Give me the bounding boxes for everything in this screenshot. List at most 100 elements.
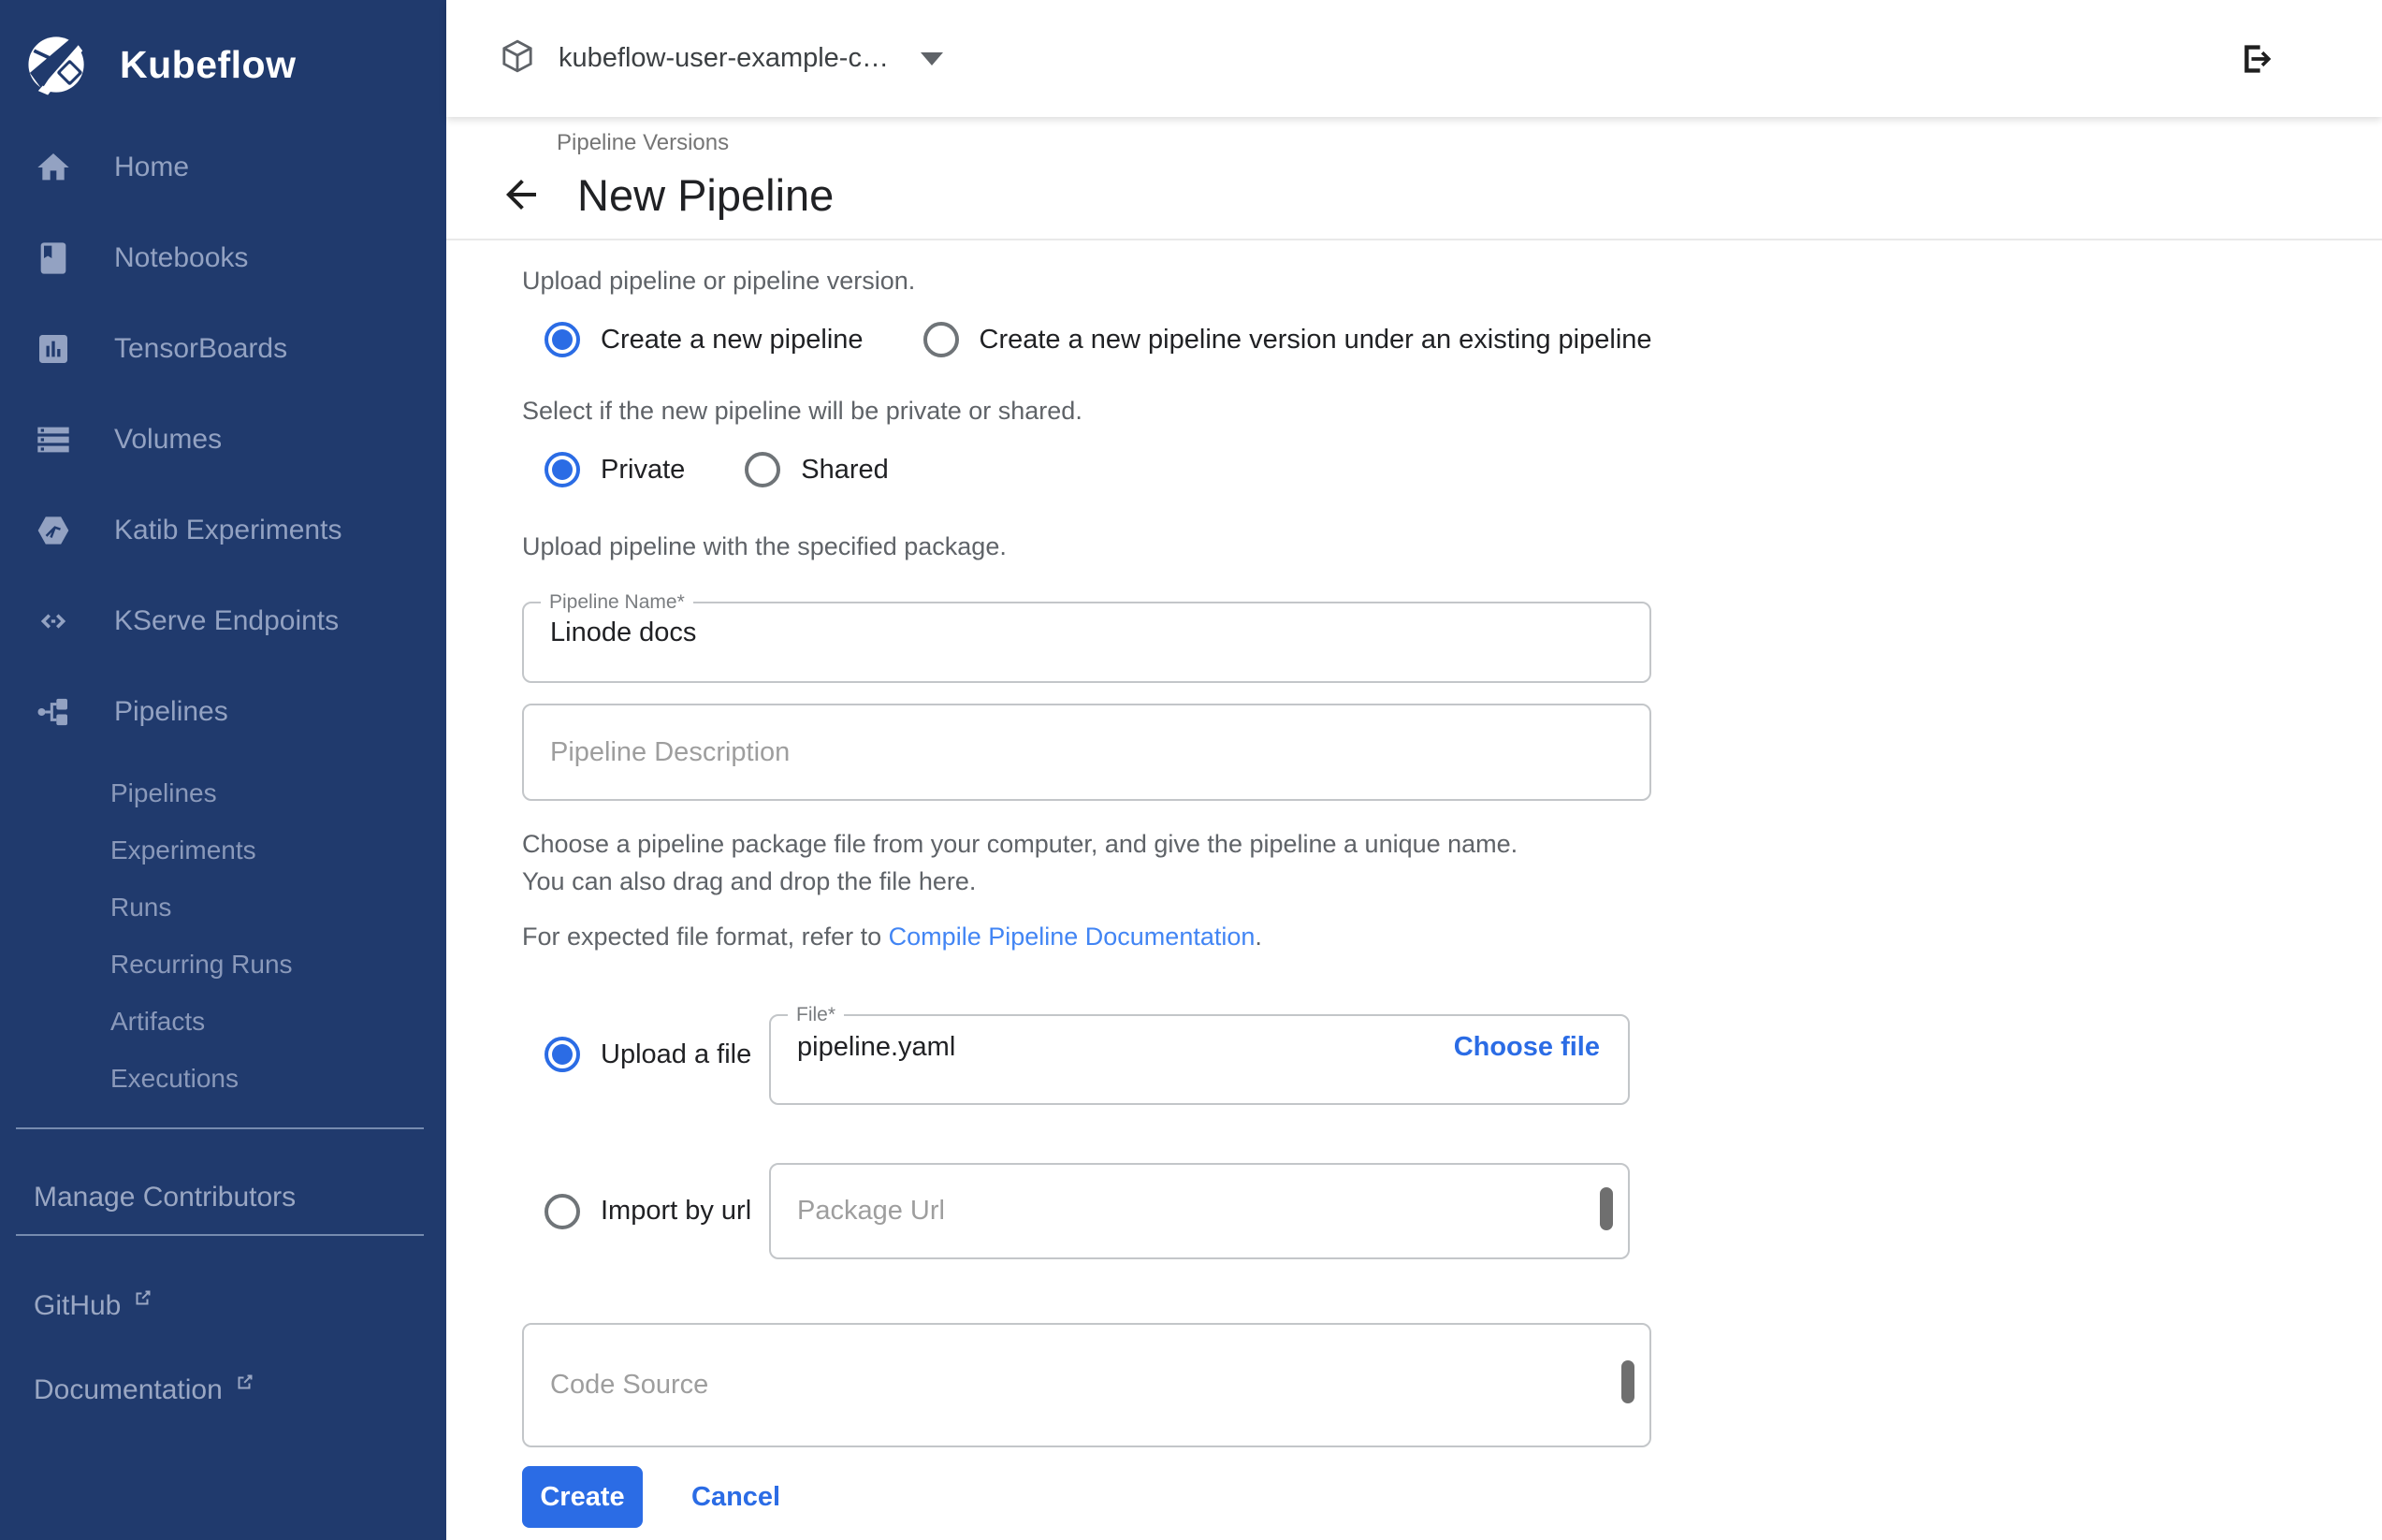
back-arrow-icon [499,172,544,217]
radio-private[interactable]: Private [545,452,685,487]
code-source-field [522,1323,1651,1447]
subitem-label: Experiments [110,835,256,865]
choose-file-button[interactable]: Choose file [1454,1032,1600,1063]
sidebar-subitem-runs[interactable]: Runs [0,879,446,936]
main-column: kubeflow-user-example-c… Pipeline Versio… [446,0,2382,1540]
radio-label: Create a new pipeline version under an e… [980,325,1652,356]
sidebar-item-kserve-endpoints[interactable]: KServe Endpoints [0,575,446,666]
home-icon [34,148,73,187]
sidebar-item-manage-contributors[interactable]: Manage Contributors [0,1182,446,1213]
format-prefix: For expected file format, refer to [522,923,889,951]
radio-shared[interactable]: Shared [745,452,889,487]
sidebar-subitem-executions[interactable]: Executions [0,1050,446,1107]
radio-icon[interactable] [745,452,780,487]
sidebar-item-label: Notebooks [114,242,248,274]
radio-icon[interactable] [545,452,580,487]
package-url-field [769,1163,1630,1259]
sidebar-subitem-artifacts[interactable]: Artifacts [0,993,446,1050]
radio-label: Import by url [601,1196,751,1227]
code-source-input[interactable] [524,1325,1649,1446]
radio-create-new-pipeline[interactable]: Create a new pipeline [545,322,864,357]
sidebar-item-label: Katib Experiments [114,515,341,546]
import-url-row: Import by url [545,1163,2382,1259]
external-link-icon [132,1285,154,1316]
package-url-input[interactable] [771,1165,1628,1257]
sidebar-item-label: Volumes [114,424,222,456]
subitem-label: Recurring Runs [110,950,293,980]
subitem-label: Pipelines [110,778,217,808]
sidebar-subitem-recurring-runs[interactable]: Recurring Runs [0,936,446,993]
kubeflow-logo-icon [24,30,94,99]
namespace-cube-icon [499,37,536,80]
caret-down-icon [921,52,943,65]
bar-chart-icon [34,329,73,369]
logout-button[interactable] [2236,38,2277,80]
file-field: File* pipeline.yaml Choose file [769,1004,1630,1105]
sidebar-divider [16,1234,424,1236]
subitem-label: Executions [110,1064,239,1094]
subitem-label: Artifacts [110,1007,205,1037]
radio-import-by-url[interactable]: Import by url [545,1194,769,1229]
namespace-selector[interactable]: kubeflow-user-example-c… [499,37,943,80]
external-link-icon [234,1369,256,1401]
format-suffix: . [1255,923,1262,951]
radio-upload-a-file[interactable]: Upload a file [545,1037,769,1072]
breadcrumb: Pipeline Versions [557,130,2382,156]
sidebar-item-volumes[interactable]: Volumes [0,394,446,485]
package-section-label: Upload pipeline with the specified packa… [522,532,2382,561]
pipeline-description-input[interactable] [524,705,1649,799]
sidebar-item-documentation[interactable]: Documentation [0,1374,446,1406]
cancel-button[interactable]: Cancel [686,1481,786,1514]
logo[interactable]: Kubeflow [0,0,446,101]
radio-label: Private [601,455,685,486]
sidebar-item-label: TensorBoards [114,333,287,365]
package-help-text: Choose a pipeline package file from your… [522,825,2382,900]
upload-file-row: Upload a file File* pipeline.yaml Choose… [545,1004,2382,1105]
help-line-1: Choose a pipeline package file from your… [522,830,1518,858]
topbar: kubeflow-user-example-c… [446,0,2382,117]
code-brackets-icon [34,602,73,641]
pipeline-kind-radio-group: Create a new pipeline Create a new pipel… [545,322,2382,357]
page-title: New Pipeline [577,169,834,221]
documentation-label: Documentation [34,1374,223,1406]
sidebar-item-label: Home [114,152,189,183]
logo-text: Kubeflow [120,43,296,87]
namespace-name: kubeflow-user-example-c… [559,43,889,74]
sidebar: Kubeflow Home Notebooks TensorBoards [0,0,446,1540]
compile-pipeline-documentation-link[interactable]: Compile Pipeline Documentation [889,923,1256,951]
pipeline-description-field [522,704,1651,801]
sidebar-subitem-experiments[interactable]: Experiments [0,821,446,879]
pipeline-name-input[interactable] [524,614,1553,648]
sidebar-item-label: KServe Endpoints [114,605,339,637]
upload-section-label: Upload pipeline or pipeline version. [522,267,2382,296]
radio-icon[interactable] [545,1037,580,1072]
radio-icon[interactable] [545,1194,580,1229]
pipeline-name-label: Pipeline Name* [541,591,693,614]
new-pipeline-form: Upload pipeline or pipeline version. Cre… [446,240,2382,1528]
sidebar-item-github[interactable]: GitHub [0,1290,446,1322]
sidebar-divider [16,1127,424,1129]
subitem-label: Runs [110,893,171,923]
sidebar-item-pipelines[interactable]: Pipelines [0,666,446,757]
radio-icon[interactable] [923,322,959,357]
page-content: Pipeline Versions New Pipeline Upload pi… [446,117,2382,1540]
sidebar-item-katib-experiments[interactable]: Katib Experiments [0,485,446,575]
github-label: GitHub [34,1290,121,1322]
back-button[interactable] [499,172,544,217]
sidebar-item-notebooks[interactable]: Notebooks [0,212,446,303]
logout-icon [2236,38,2277,80]
resize-handle[interactable] [1621,1360,1634,1403]
sidebar-item-home[interactable]: Home [0,122,446,212]
sidebar-item-label: Pipelines [114,696,228,728]
radio-create-pipeline-version[interactable]: Create a new pipeline version under an e… [923,322,1652,357]
sidebar-subitem-pipelines[interactable]: Pipelines [0,764,446,821]
form-actions: Create Cancel [522,1466,2382,1528]
radio-icon[interactable] [545,322,580,357]
resize-handle[interactable] [1600,1187,1613,1230]
visibility-section-label: Select if the new pipeline will be priva… [522,397,2382,426]
radio-label: Create a new pipeline [601,325,864,356]
kubeflow-app: Kubeflow Home Notebooks TensorBoards [0,0,2382,1540]
sidebar-item-tensorboards[interactable]: TensorBoards [0,303,446,394]
create-button[interactable]: Create [522,1466,643,1528]
storage-icon [34,420,73,459]
